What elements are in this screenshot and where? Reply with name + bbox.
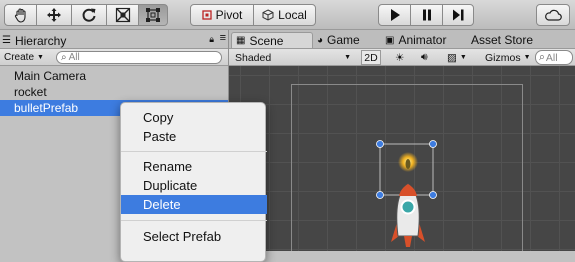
scale-tool-icon [115,7,130,23]
hierarchy-tab-label: Hierarchy [14,33,67,48]
context-menu: Copy Paste Rename Duplicate Delete Selec… [120,102,267,262]
hand-tool-icon [14,8,26,23]
play-button[interactable] [378,4,411,26]
cloud-icon [545,9,562,21]
tab-animator[interactable]: ▣ Animator [381,32,450,48]
lighting-toggle[interactable]: ☀ [395,50,404,65]
menu-separator [121,220,267,221]
rocket-sprite[interactable] [229,66,575,251]
move-tool-button[interactable] [36,4,72,26]
menu-item-duplicate[interactable]: Duplicate [121,176,267,195]
scene-viewport[interactable] [229,66,575,251]
game-tab-label: Game [327,33,360,47]
audio-toggle[interactable]: 🔊︎ [421,50,428,65]
lock-icon[interactable]: 🔒︎ [209,34,214,45]
effects-dropdown[interactable]: ▨ ▼ [447,50,467,65]
cloud-button[interactable] [536,4,570,26]
step-icon [453,9,464,21]
animator-tab-label: Animator [398,33,447,47]
game-tab-icon: ◕ [317,34,324,46]
menu-item-select-prefab[interactable]: Select Prefab [121,227,267,246]
create-dropdown[interactable]: Create ▼ [4,51,44,64]
pause-button[interactable] [410,4,443,26]
scale-tool-button[interactable] [106,4,139,26]
hierarchy-toolbar: Create ▼ ⌕ All [0,48,228,66]
pivot-toggle[interactable]: Pivot [190,4,254,26]
menu-separator [121,151,267,152]
panel-menu-icon[interactable]: ≡ [220,32,226,44]
search-placeholder: All [68,52,80,63]
scene-search-input[interactable]: ⌕ All [535,50,573,65]
gizmos-dropdown[interactable]: Gizmos ▼ [485,50,531,65]
scene-panel: ▦ Scene ◕ Game ▣ Animator Asset Store Sh… [228,30,575,251]
2d-mode-label: 2D [364,51,378,64]
search-icon: ⌕ [539,51,545,63]
play-icon [390,9,400,21]
tab-hierarchy[interactable]: ☰ Hierarchy 🔒︎ ≡ [2,32,228,49]
hierarchy-item-main-camera[interactable]: Main Camera [0,68,228,84]
rotate-tool-button[interactable] [71,4,107,26]
rect-tool-button[interactable] [138,4,168,26]
main-toolbar: Pivot Local [0,0,575,30]
pivot-label: Pivot [215,8,243,22]
move-tool-icon [47,8,61,22]
local-toggle[interactable]: Local [253,4,316,26]
menu-item-delete[interactable]: Delete [121,195,267,214]
hierarchy-search-input[interactable]: ⌕ All [56,51,222,64]
local-cube-icon [262,9,274,21]
scene-tab-strip: ▦ Scene ◕ Game ▣ Animator Asset Store [229,30,575,48]
menu-item-rename[interactable]: Rename [121,157,267,176]
scene-tab-icon: ▦ [236,35,246,46]
speaker-icon: 🔊︎ [421,51,428,63]
hierarchy-item-rocket[interactable]: rocket [0,84,228,100]
local-label: Local [278,8,307,22]
menu-item-paste[interactable]: Paste [121,127,267,146]
pause-icon [422,9,431,21]
chevron-down-icon: ▼ [459,54,467,61]
tab-asset-store[interactable]: Asset Store [467,32,537,48]
hand-tool-button[interactable] [4,4,37,26]
scene-tab-label: Scene [249,33,284,48]
image-icon: ▨ [447,51,457,64]
hierarchy-tab-icon: ☰ [2,35,11,46]
animator-tab-icon: ▣ [385,34,395,46]
search-icon: ⌕ [61,52,67,63]
chevron-down-icon: ▼ [344,54,351,61]
chevron-down-icon: ▼ [37,54,44,61]
step-button[interactable] [442,4,474,26]
menu-item-copy[interactable]: Copy [121,108,267,127]
shading-mode-dropdown[interactable]: Shaded ▼ [235,50,355,65]
2d-mode-toggle[interactable]: 2D [361,50,381,65]
sun-icon: ☀ [395,51,405,64]
scene-toolbar: Shaded ▼ 2D ☀ 🔊︎ ▨ ▼ Gizmos ▼ ⌕ All [229,48,575,66]
tab-scene[interactable]: ▦ Scene [231,32,313,48]
shading-mode-label: Shaded [235,51,272,64]
rotate-tool-icon [82,8,96,22]
scene-search-placeholder: All [545,51,558,64]
create-label: Create [4,52,35,63]
pivot-icon [202,10,212,20]
rect-tool-icon [146,8,160,22]
tab-game[interactable]: ◕ Game [313,32,364,48]
chevron-down-icon: ▼ [523,54,531,61]
gizmos-label: Gizmos [485,51,521,64]
asset-store-tab-label: Asset Store [471,33,534,47]
